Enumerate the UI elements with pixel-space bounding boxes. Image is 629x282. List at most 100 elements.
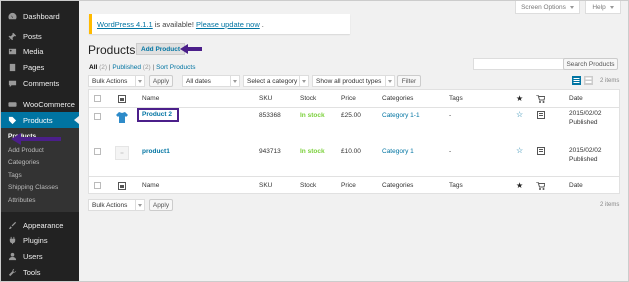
page-icon [7, 62, 17, 72]
column-price[interactable]: Price [341, 182, 356, 189]
featured-star-icon[interactable]: ☆ [516, 146, 523, 155]
wp-admin-window: Dashboard Posts Media Pages Comments Woo… [0, 0, 629, 282]
main-content: Screen Options Help WordPress 4.1.1 is a… [79, 1, 628, 281]
wordpress-version-link[interactable]: WordPress 4.1.1 [97, 20, 153, 29]
sort-products-link[interactable]: Sort Products [156, 64, 195, 71]
column-date[interactable]: Date [569, 182, 583, 189]
featured-star-icon[interactable]: ☆ [516, 110, 523, 119]
product-category-link[interactable]: Category 1-1 [382, 112, 420, 119]
apply-button-bottom[interactable]: Apply [149, 199, 173, 211]
product-thumbnail-placeholder[interactable] [115, 146, 129, 160]
add-product-button[interactable]: Add Product [136, 43, 185, 55]
product-name-link[interactable]: Product 2 [142, 111, 172, 118]
woocommerce-icon [7, 99, 17, 109]
notice-text: is available! [154, 19, 194, 29]
product-tags: - [449, 112, 452, 119]
category-select[interactable]: Select a category [243, 75, 309, 87]
star-icon[interactable]: ★ [516, 181, 523, 190]
table-header-row: Name SKU Stock Price Categories Tags ★ D… [89, 90, 619, 108]
sidebar-item-label: Appearance [23, 220, 64, 230]
product-sku: 853368 [259, 112, 281, 119]
screen-options-tab[interactable]: Screen Options [515, 1, 580, 14]
column-name[interactable]: Name [142, 95, 159, 102]
sidebar-item-users[interactable]: Users [1, 248, 79, 264]
product-tags: - [449, 148, 452, 155]
submenu-item-shipping-classes[interactable]: Shipping Classes [8, 184, 58, 191]
submenu-item-add-product[interactable]: Add Product [8, 147, 44, 154]
product-status: Published [569, 119, 598, 126]
wrench-icon [7, 267, 17, 277]
submenu-item-tags[interactable]: Tags [8, 172, 22, 179]
items-count-top: 2 items [600, 78, 620, 84]
sidebar-item-pages[interactable]: Pages [1, 59, 79, 75]
sidebar-item-woocommerce[interactable]: WooCommerce [1, 96, 79, 112]
filter-button[interactable]: Filter [397, 75, 421, 87]
sidebar-item-posts[interactable]: Posts [1, 28, 79, 44]
sidebar-item-tools[interactable]: Tools [1, 264, 79, 280]
plug-icon [7, 235, 17, 245]
product-thumbnail[interactable] [115, 110, 129, 124]
update-now-link[interactable]: Please update now [196, 20, 260, 29]
product-type-value: Show all product types [316, 77, 382, 85]
table-footer-row: Name SKU Stock Price Categories Tags ★ D… [89, 176, 619, 194]
sidebar-item-appearance[interactable]: Appearance [1, 217, 79, 233]
column-stock: Stock [300, 182, 317, 189]
select-all-checkbox[interactable] [94, 182, 101, 189]
sidebar-item-label: Plugins [23, 235, 48, 245]
image-icon [118, 182, 126, 190]
annotation-arrow-sidebar [11, 133, 61, 145]
excerpt-view-icon[interactable] [584, 76, 593, 85]
help-tab[interactable]: Help [585, 1, 621, 14]
column-date[interactable]: Date [569, 95, 583, 102]
dashboard-icon [7, 11, 17, 21]
view-published[interactable]: Published [112, 64, 141, 71]
select-all-checkbox[interactable] [94, 95, 101, 102]
sidebar-item-label: Products [23, 115, 53, 125]
product-category-link[interactable]: Category 1 [382, 148, 414, 155]
sidebar-item-dashboard[interactable]: Dashboard [1, 8, 79, 24]
product-type-icon [537, 147, 545, 155]
column-categories: Categories [382, 182, 414, 189]
list-view-icon[interactable] [572, 76, 581, 85]
product-sku: 943713 [259, 148, 281, 155]
view-all[interactable]: All [89, 64, 97, 71]
sidebar-item-label: Users [23, 251, 43, 261]
chevron-down-icon [299, 76, 308, 86]
user-icon [7, 251, 17, 261]
column-sku[interactable]: SKU [259, 95, 272, 102]
column-price[interactable]: Price [341, 95, 356, 102]
product-price: £25.00 [341, 112, 361, 119]
sidebar-item-comments[interactable]: Comments [1, 75, 79, 91]
bulk-actions-select[interactable]: Bulk Actions [88, 75, 145, 87]
help-label: Help [592, 3, 606, 11]
search-products-button[interactable]: Search Products [563, 58, 618, 70]
bulk-actions-select-bottom[interactable]: Bulk Actions [88, 199, 145, 211]
submenu-item-categories[interactable]: Categories [8, 159, 39, 166]
column-name[interactable]: Name [142, 182, 159, 189]
dates-select[interactable]: All dates [182, 75, 240, 87]
product-price: £10.00 [341, 148, 361, 155]
apply-button[interactable]: Apply [149, 75, 173, 87]
row-checkbox[interactable] [94, 148, 101, 155]
star-icon[interactable]: ★ [516, 94, 523, 103]
image-icon [118, 95, 126, 103]
view-published-count: (2) [142, 64, 151, 71]
row-checkbox[interactable] [94, 113, 101, 120]
update-notice: WordPress 4.1.1 is available! Please upd… [89, 14, 350, 34]
status-views: All (2) | Published (2) | Sort Products [89, 64, 195, 71]
chevron-down-icon [230, 76, 239, 86]
submenu-item-attributes[interactable]: Attributes [8, 197, 35, 204]
bulk-actions-value: Bulk Actions [92, 77, 128, 85]
product-type-select[interactable]: Show all product types [312, 75, 395, 87]
sidebar-item-media[interactable]: Media [1, 43, 79, 59]
views-separator: | [152, 64, 155, 71]
category-value: Select a category [247, 77, 298, 85]
dates-value: All dates [186, 77, 211, 85]
product-name-link[interactable]: product1 [142, 148, 170, 155]
views-separator: | [108, 64, 111, 71]
column-sku[interactable]: SKU [259, 182, 272, 189]
items-count-bottom: 2 items [600, 202, 620, 208]
sidebar-item-plugins[interactable]: Plugins [1, 232, 79, 248]
stock-status: In stock [300, 148, 325, 155]
sidebar-item-products[interactable]: Products [1, 112, 79, 128]
